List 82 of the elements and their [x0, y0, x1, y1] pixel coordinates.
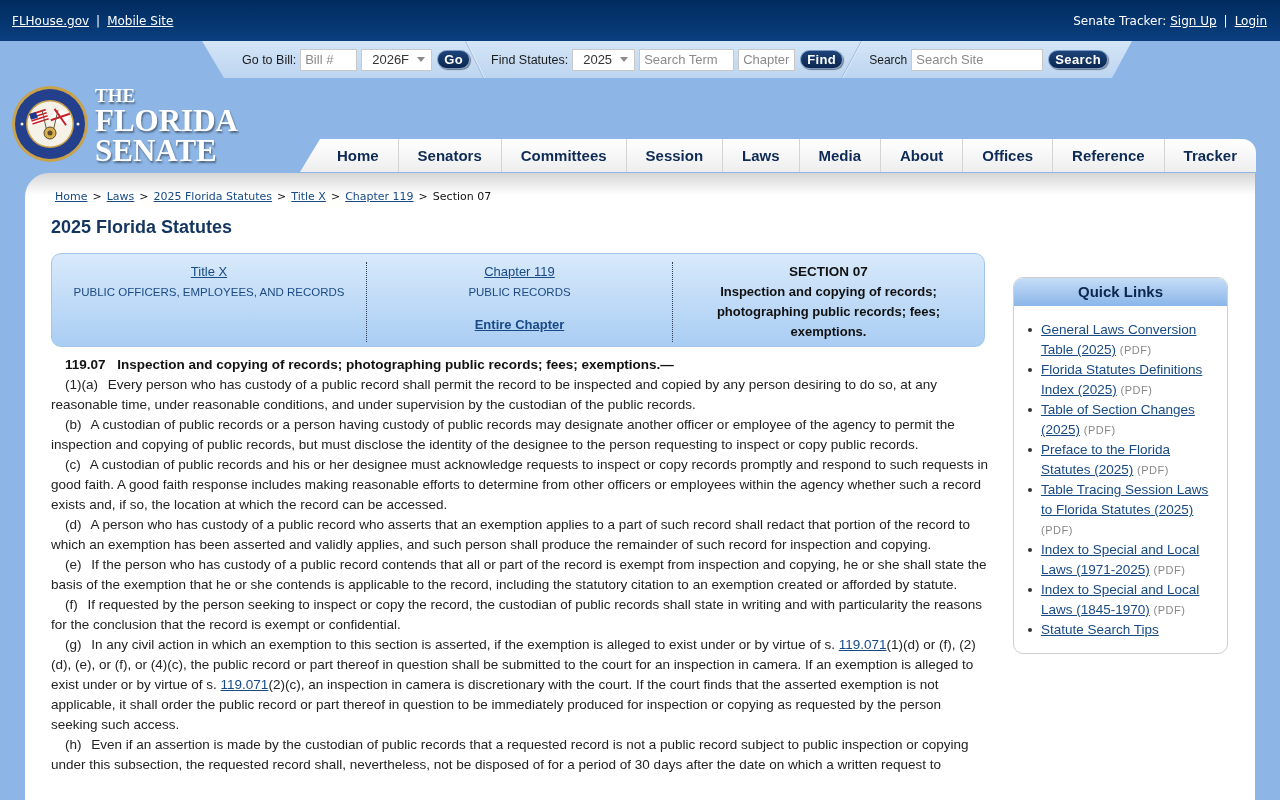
caret-icon: [620, 57, 629, 62]
breadcrumb-separator: >: [330, 190, 341, 203]
search-term-field[interactable]: Search Term: [639, 48, 735, 71]
nav-link[interactable]: Media: [798, 139, 881, 172]
statute-paragraph: (d) A person who has custody of a public record who asserts that an exemption applies to a part of such record shall redact that portion of the record to which an exemption has been asserted and validly applies, and such person shall produce the remainder of such record for inspection and copying.: [51, 516, 971, 554]
breadcrumb-separator: >: [418, 190, 428, 203]
quick-links-title: Quick Links: [1014, 278, 1227, 306]
page-title: 2025 Florida Statutes: [51, 216, 234, 239]
quick-link[interactable]: Index to Special and Local Laws (1845-1970) (PDF): [1041, 580, 1211, 620]
year-dropdown[interactable]: 2025: [572, 48, 636, 71]
top-link[interactable]: Mobile Site: [107, 13, 174, 28]
search-button[interactable]: Search: [1048, 50, 1108, 69]
nav-link[interactable]: About: [880, 139, 963, 172]
bullet-icon: [1028, 328, 1032, 332]
bullet-icon: [1028, 368, 1032, 372]
breadcrumb-link[interactable]: Laws: [106, 190, 135, 203]
bullet-icon: [1028, 488, 1032, 492]
breadcrumb-link[interactable]: Chapter 119: [345, 190, 414, 203]
nav-link[interactable]: Senators: [397, 139, 501, 172]
chapter-field[interactable]: Chapter: [738, 48, 796, 71]
entire-chapter-link[interactable]: Entire Chapter: [474, 315, 565, 335]
nav-link[interactable]: Reference: [1052, 139, 1164, 172]
title-name: PUBLIC OFFICERS, EMPLOYEES, AND RECORDS: [73, 285, 345, 300]
section-heading: 119.07 Inspection and copying of records; photographing public records; fees; exemptions.—: [64, 356, 675, 374]
caret-icon: [417, 57, 426, 62]
nav-link[interactable]: Offices: [962, 139, 1053, 172]
nav-link[interactable]: Home: [318, 139, 398, 172]
section-number: SECTION 07: [789, 263, 868, 281]
breadcrumb-link[interactable]: 2025 Florida Statutes: [153, 190, 273, 203]
site-search-field[interactable]: Search Site: [911, 48, 1044, 71]
seal-icon: [12, 86, 88, 162]
logo-text: FLORIDA: [95, 106, 238, 136]
top-link[interactable]: FLHouse.gov: [12, 13, 90, 28]
bullet-icon: [1028, 408, 1032, 412]
statute-paragraph: (g) In any civil action in which an exemption to this section is asserted, if the exemption is alleged to exist under or by virtue of s. 119.071(1)(d) or (f), (2)(d), (e), or (f), or (4)(c), the public record or part thereof in question shall be submitted to the court for an inspection in camera. If an exemption is alleged to exist under or by virtue of s. 119.071(2)(c), an inspection in camera is discretionary with the court. If the court finds that the asserted exemption is not applicable, it shall order the public record or part thereof in question to be immediately produced for inspection or copying as requested by the person seeking such access.: [51, 636, 977, 734]
nav-link[interactable]: Committees: [500, 139, 626, 172]
quick-link[interactable]: General Laws Conversion Table (2025) (PDF): [1041, 320, 1211, 360]
quick-link[interactable]: Index to Special and Local Laws (1971-2025) (PDF): [1041, 540, 1211, 580]
bullet-icon: [1028, 548, 1032, 552]
bullet-icon: [1028, 628, 1032, 632]
statute-link[interactable]: 119.071: [838, 637, 887, 652]
statute-paragraph: (b) A custodian of public records or a person having custody of public records may designate another officer or employee of the agency to permit the inspection and copying of public records, but must disclose the identity of the designee to the person requesting to inspect or copy public records.: [51, 416, 956, 454]
toolbar-label: Go to Bill:: [242, 52, 297, 67]
toolbar-label: Find Statutes:: [491, 52, 569, 67]
bill-number-field[interactable]: Bill #: [300, 48, 358, 71]
statute-paragraph: (c) A custodian of public records and his or her designee must acknowledge requests to inspect or copy records promptly and respond to such requests in good faith. A good faith response includes making reasonable efforts to determine from other officers or employees within the agency whether such a record exists and, if so, the location at which the record can be accessed.: [51, 456, 990, 514]
chapter-link[interactable]: Chapter 119: [484, 262, 555, 282]
chapter-name: PUBLIC RECORDS: [468, 285, 571, 300]
breadcrumb-separator: >: [92, 190, 102, 203]
section-name: Inspection and copying of records; photographing public records; fees; exemptions.: [715, 283, 942, 341]
nav-link[interactable]: Session: [625, 139, 723, 172]
title-link[interactable]: Title X: [190, 262, 228, 282]
quick-link[interactable]: Preface to the Florida Statutes (2025) (PDF): [1041, 440, 1211, 480]
statute-paragraph: (f) If requested by the person seeking to inspect or copy the record, the custodian of public records shall state in writing and with particularity the reasons for the conclusion that the record is exempt or confidential.: [51, 596, 983, 634]
breadcrumb-link[interactable]: Home: [55, 190, 88, 203]
login-link[interactable]: Login: [1234, 13, 1267, 28]
link-separator: |: [1223, 13, 1228, 28]
find-button[interactable]: Find: [800, 50, 844, 69]
breadcrumb-separator: >: [139, 190, 149, 203]
session-dropdown[interactable]: 2026F: [361, 48, 433, 71]
nav-link[interactable]: Tracker: [1163, 139, 1256, 172]
logo-text: THE: [95, 86, 136, 105]
statute-paragraph: (h) Even if an assertion is made by the custodian of public records that a requested record is not a public record subject to public inspection or copying under this subsection, the requested record shall, nevertheless, not be disposed of for a period of 30 days after the date on which a written request to: [51, 736, 970, 774]
statute-link[interactable]: 119.071: [220, 677, 269, 692]
bullet-icon: [1028, 588, 1032, 592]
go-button[interactable]: Go: [437, 50, 471, 69]
statute-paragraph: (1)(a) Every person who has custody of a public record shall permit the record to be inspected and copied by any person desiring to do so, at any reasonable time, under reasonable conditions, and under supervision by the custodian of the public records.: [51, 376, 938, 414]
sign-up-link[interactable]: Sign Up: [1170, 13, 1217, 28]
logo-text: SENATE: [95, 136, 217, 166]
nav-link[interactable]: Laws: [722, 139, 799, 172]
tracker-label: Senate Tracker:: [1073, 13, 1167, 28]
quick-link[interactable]: Florida Statutes Definitions Index (2025) (PDF): [1041, 360, 1211, 400]
breadcrumb-current: Section 07: [432, 190, 492, 203]
quick-link[interactable]: Statute Search Tips: [1041, 620, 1159, 640]
bullet-icon: [1028, 448, 1032, 452]
quick-link[interactable]: Table of Section Changes (2025) (PDF): [1041, 400, 1211, 440]
breadcrumb-separator: >: [277, 190, 287, 203]
statute-paragraph: (e) If the person who has custody of a public record contends that all or part of the record is exempt from inspection and copying, he or she shall state the basis of the exemption that he or she contends is applicable to the record, including the statutory citation to an exemption created or afforded by statute.: [51, 556, 988, 594]
toolbar-label: Search: [869, 52, 908, 67]
breadcrumb-link[interactable]: Title X: [291, 190, 326, 203]
quick-link[interactable]: Table Tracing Session Laws to Florida Statutes (2025) (PDF): [1041, 480, 1211, 540]
link-separator: |: [96, 13, 101, 28]
